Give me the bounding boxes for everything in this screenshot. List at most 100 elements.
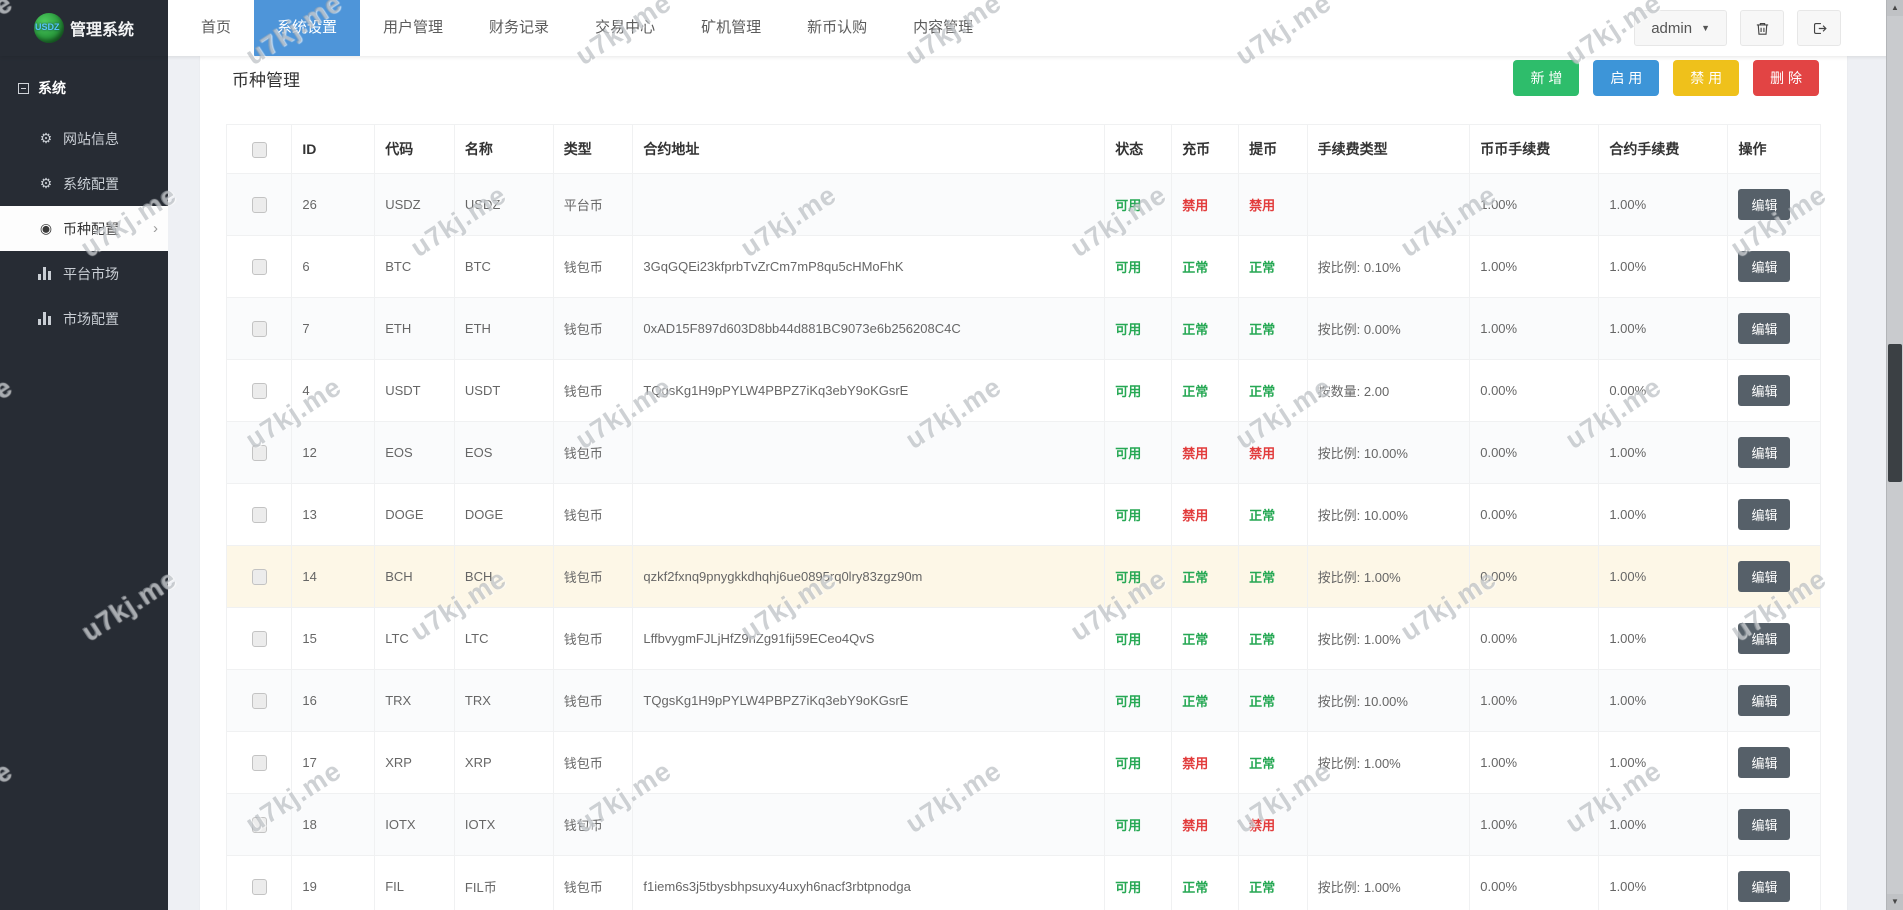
- cell-checkbox: [227, 856, 292, 910]
- cell-contract-fee: 1.00%: [1599, 484, 1728, 546]
- sidebar-item[interactable]: 平台市场: [0, 251, 168, 296]
- cell-address: 3GqGQEi23kfprbTvZrCm7mP8qu5cHMoFhK: [633, 236, 1105, 298]
- topnav-item[interactable]: 新币认购: [784, 0, 890, 56]
- scrollbar[interactable]: ▲ ▼: [1886, 0, 1903, 910]
- topnav-item[interactable]: 财务记录: [466, 0, 572, 56]
- cell-fee-type: 按比例: 1.00%: [1307, 856, 1470, 910]
- cell-address: [633, 422, 1105, 484]
- sidebar-section-system[interactable]: 系统: [0, 56, 168, 116]
- cell-actions: 编辑: [1728, 484, 1821, 546]
- cell-deposit: 正常: [1172, 608, 1239, 670]
- scroll-down-icon[interactable]: ▼: [1887, 894, 1903, 910]
- user-menu-button[interactable]: admin ▼: [1634, 10, 1727, 46]
- edit-button[interactable]: 编辑: [1738, 375, 1790, 406]
- topnav-item[interactable]: 首页: [178, 0, 254, 56]
- cell-address: LffbvygmFJLjHfZ9nZg91fij59ECeo4QvS: [633, 608, 1105, 670]
- edit-button[interactable]: 编辑: [1738, 251, 1790, 282]
- row-checkbox[interactable]: [252, 321, 267, 337]
- cell-fee-type: 按比例: 10.00%: [1307, 484, 1470, 546]
- app-logo: USDZ 管理系统: [0, 0, 168, 56]
- bar-chart-icon: [38, 312, 54, 325]
- cell-withdraw: 正常: [1239, 670, 1308, 732]
- select-all-checkbox[interactable]: [252, 142, 267, 158]
- main-content: 币种管理 新 增启 用禁 用删 除 ID代码名称类型合约地址状态充币提币手续费类…: [168, 0, 1903, 910]
- edit-button[interactable]: 编辑: [1738, 499, 1790, 530]
- row-checkbox[interactable]: [252, 693, 267, 709]
- cell-code: BTC: [375, 236, 455, 298]
- scrollbar-thumb[interactable]: [1888, 344, 1902, 482]
- cell-fee-type: 按比例: 10.00%: [1307, 670, 1470, 732]
- cell-name: LTC: [454, 608, 553, 670]
- edit-button[interactable]: 编辑: [1738, 313, 1790, 344]
- edit-button[interactable]: 编辑: [1738, 747, 1790, 778]
- topnav-item[interactable]: 用户管理: [360, 0, 466, 56]
- topnav-item[interactable]: 系统设置: [254, 0, 360, 56]
- cell-address: 0xAD15F897d603D8bb44d881BC9073e6b256208C…: [633, 298, 1105, 360]
- cell-code: EOS: [375, 422, 455, 484]
- cell-deposit: 正常: [1172, 236, 1239, 298]
- topnav-item[interactable]: 矿机管理: [678, 0, 784, 56]
- cell-coin-fee: 0.00%: [1470, 856, 1599, 910]
- row-checkbox[interactable]: [252, 817, 267, 833]
- logout-button[interactable]: [1797, 10, 1841, 46]
- column-header: 提币: [1239, 125, 1308, 174]
- edit-button[interactable]: 编辑: [1738, 437, 1790, 468]
- table-row: 16TRXTRX钱包币TQgsKg1H9pPYLW4PBPZ7iKq3ebY9o…: [227, 670, 1821, 732]
- action-button[interactable]: 新 增: [1513, 60, 1579, 96]
- cell-code: USDZ: [375, 174, 455, 236]
- brand-title: 管理系统: [70, 16, 134, 40]
- edit-button[interactable]: 编辑: [1738, 623, 1790, 654]
- row-checkbox[interactable]: [252, 569, 267, 585]
- trash-button[interactable]: [1740, 10, 1784, 46]
- action-button[interactable]: 删 除: [1753, 60, 1819, 96]
- cell-name: XRP: [454, 732, 553, 794]
- row-checkbox[interactable]: [252, 755, 267, 771]
- cell-actions: 编辑: [1728, 236, 1821, 298]
- table-row: 26USDZUSDZ平台币可用禁用禁用1.00%1.00%编辑: [227, 174, 1821, 236]
- cell-checkbox: [227, 360, 292, 422]
- row-checkbox[interactable]: [252, 631, 267, 647]
- topnav-item[interactable]: 内容管理: [890, 0, 996, 56]
- cell-name: BTC: [454, 236, 553, 298]
- cell-id: 17: [292, 732, 375, 794]
- edit-button[interactable]: 编辑: [1738, 809, 1790, 840]
- table-row: 15LTCLTC钱包币LffbvygmFJLjHfZ9nZg91fij59ECe…: [227, 608, 1821, 670]
- row-checkbox[interactable]: [252, 383, 267, 399]
- cell-checkbox: [227, 484, 292, 546]
- cell-checkbox: [227, 236, 292, 298]
- row-checkbox[interactable]: [252, 197, 267, 213]
- row-checkbox[interactable]: [252, 879, 267, 895]
- column-header: 状态: [1105, 125, 1172, 174]
- topnav-item[interactable]: 交易中心: [572, 0, 678, 56]
- action-button[interactable]: 禁 用: [1673, 60, 1739, 96]
- row-checkbox[interactable]: [252, 507, 267, 523]
- sidebar-item[interactable]: ◉币种配置›: [0, 206, 168, 251]
- cell-deposit: 正常: [1172, 856, 1239, 910]
- row-checkbox[interactable]: [252, 445, 267, 461]
- cell-checkbox: [227, 298, 292, 360]
- edit-button[interactable]: 编辑: [1738, 685, 1790, 716]
- cell-checkbox: [227, 732, 292, 794]
- cell-coin-fee: 1.00%: [1470, 794, 1599, 856]
- cell-actions: 编辑: [1728, 608, 1821, 670]
- gear-icon: ⚙: [38, 175, 54, 192]
- table-row: 13DOGEDOGE钱包币可用禁用正常按比例: 10.00%0.00%1.00%…: [227, 484, 1821, 546]
- edit-button[interactable]: 编辑: [1738, 189, 1790, 220]
- scroll-up-icon[interactable]: ▲: [1887, 0, 1903, 16]
- row-checkbox[interactable]: [252, 259, 267, 275]
- cell-fee-type: 按比例: 0.10%: [1307, 236, 1470, 298]
- cell-deposit: 正常: [1172, 298, 1239, 360]
- cell-id: 4: [292, 360, 375, 422]
- sidebar-item[interactable]: 市场配置: [0, 296, 168, 341]
- edit-button[interactable]: 编辑: [1738, 871, 1790, 902]
- cell-actions: 编辑: [1728, 794, 1821, 856]
- sidebar-item[interactable]: ⚙系统配置: [0, 161, 168, 206]
- sidebar-item[interactable]: ⚙网站信息: [0, 116, 168, 161]
- cell-address: TQgsKg1H9pPYLW4PBPZ7iKq3ebY9oKGsrE: [633, 360, 1105, 422]
- trash-icon: [1754, 20, 1771, 37]
- edit-button[interactable]: 编辑: [1738, 561, 1790, 592]
- cell-checkbox: [227, 794, 292, 856]
- cell-address: [633, 732, 1105, 794]
- collapse-icon: [18, 83, 29, 94]
- action-button[interactable]: 启 用: [1593, 60, 1659, 96]
